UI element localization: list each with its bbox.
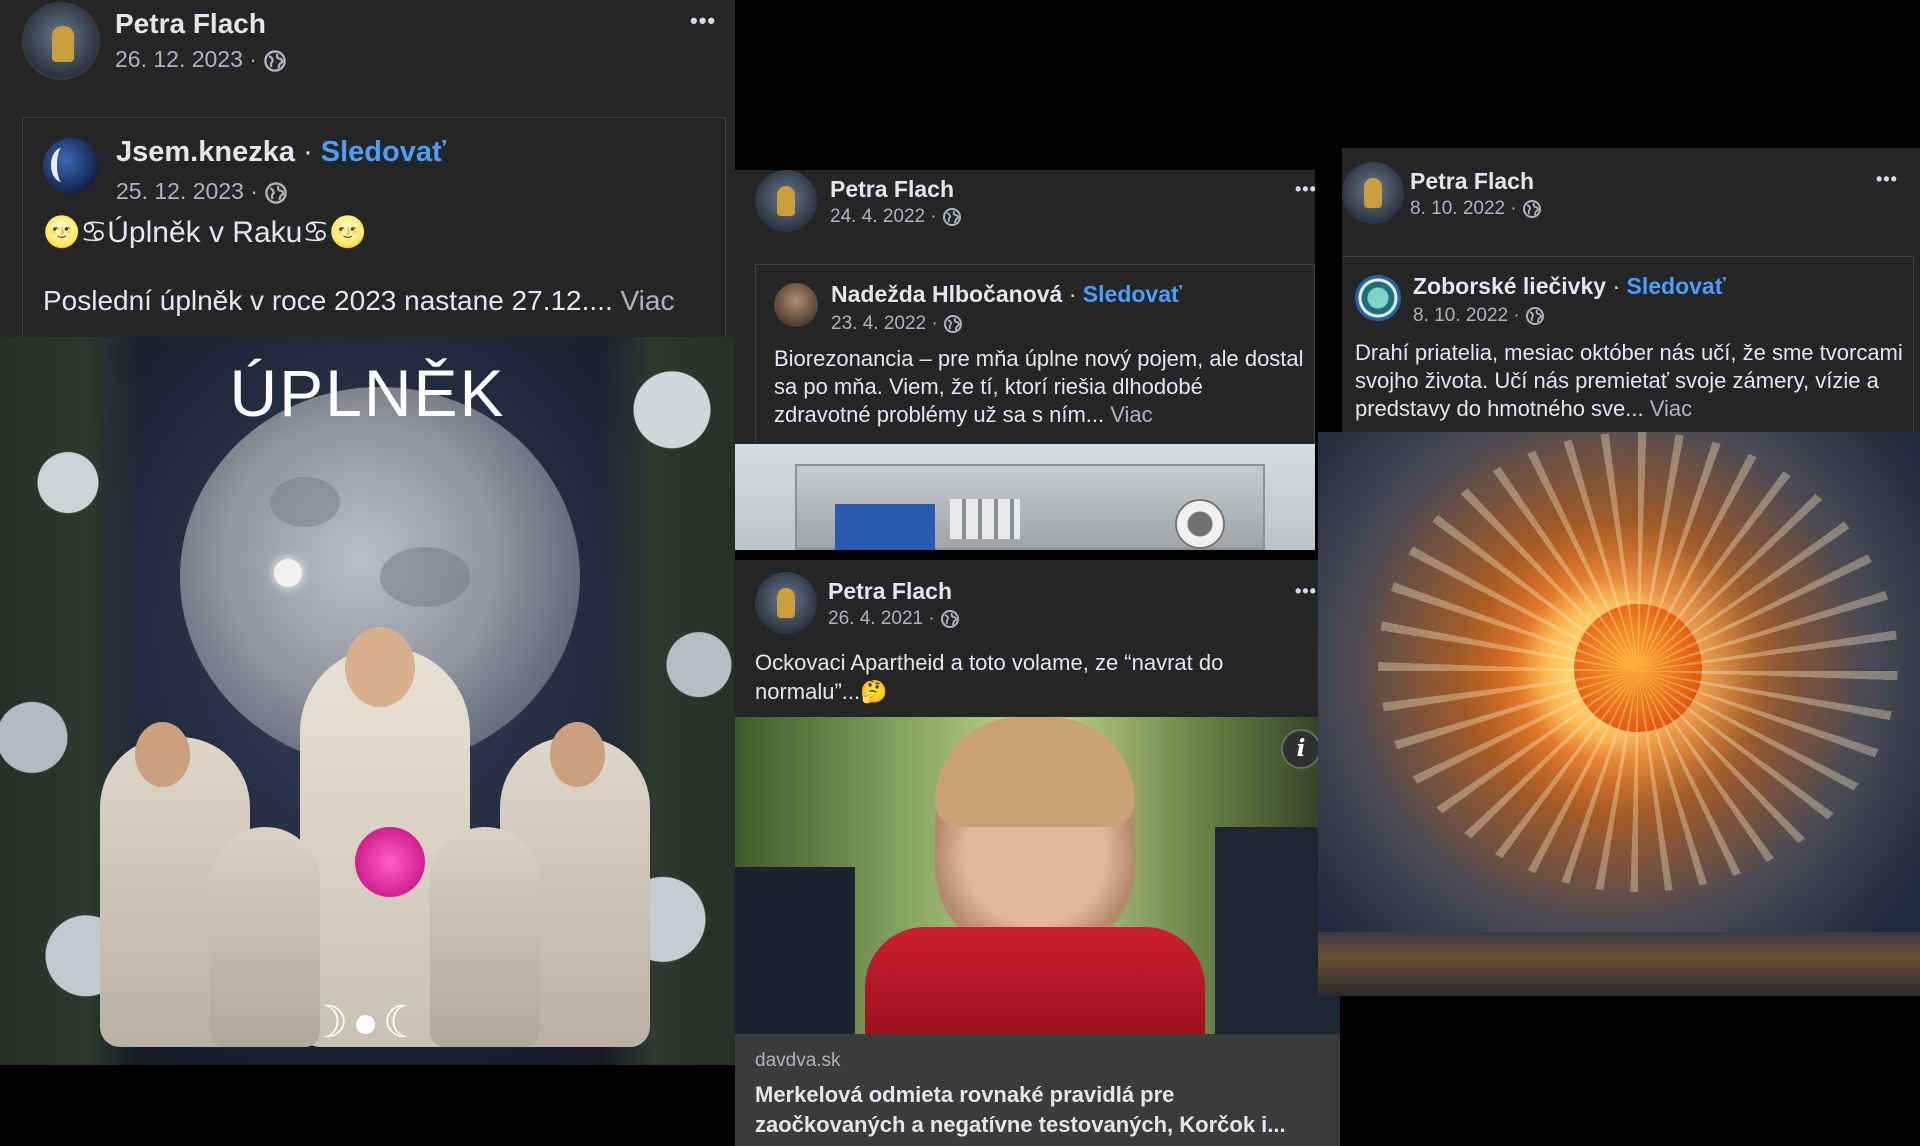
date-text: 24. 4. 2022: [830, 206, 926, 227]
post-card-2: Petra Flach 24. 4. 2022 · ••• Nadežda Hl…: [735, 170, 1315, 550]
shared-post-header: Zoborské liečivky · Sledovať: [1413, 273, 1726, 300]
profile-name[interactable]: Nadežda Hlbočanová: [831, 281, 1062, 307]
author-name[interactable]: Petra Flach: [828, 578, 952, 605]
more-options-icon[interactable]: •••: [1295, 582, 1317, 600]
post-body: Drahí priatelia, mesiac október nás učí,…: [1355, 339, 1905, 423]
date-text: 23. 4. 2022: [831, 313, 927, 334]
post-headline: 🌝♋Úplněk v Raku♋🌝: [43, 215, 367, 250]
shared-post: Jsem.knezka · Sledovať 25. 12. 2023 · 🌝♋…: [22, 117, 726, 337]
dot-separator: ·: [928, 608, 935, 629]
see-more-link[interactable]: Viac: [1650, 396, 1692, 421]
post-card-3: Petra Flach 26. 4. 2021 · ••• Ockovaci A…: [735, 560, 1340, 1146]
dot-separator: ·: [1068, 281, 1077, 307]
see-more-link[interactable]: Viac: [621, 285, 675, 316]
shared-post: Zoborské liečivky · Sledovať 8. 10. 2022…: [1342, 256, 1914, 432]
globe-icon: [1525, 306, 1545, 326]
author-name[interactable]: Petra Flach: [115, 8, 266, 40]
link-title: Merkelová odmieta rovnaké pravidlá pre z…: [755, 1082, 1286, 1137]
avatar[interactable]: [774, 283, 818, 327]
avatar[interactable]: [43, 138, 99, 194]
emoji-right: ♋🌝: [302, 216, 367, 249]
moon-phases-icon: ☽●☾: [308, 998, 427, 1047]
avatar[interactable]: [755, 170, 817, 232]
globe-icon: [943, 314, 963, 334]
dot-separator: ·: [930, 206, 937, 227]
more-options-icon[interactable]: •••: [1876, 170, 1898, 188]
date-text: 8. 10. 2022: [1413, 305, 1509, 326]
post-image-biorezonancia-device[interactable]: [735, 444, 1315, 550]
post-card-1: Petra Flach 26. 12. 2023 · ••• Jsem.knez…: [0, 0, 735, 1065]
globe-icon: [264, 181, 288, 205]
pink-flowers: [355, 827, 425, 897]
sea-horizon: [1318, 932, 1920, 996]
shared-post-date[interactable]: 23. 4. 2022 ·: [831, 313, 963, 335]
author-name[interactable]: Petra Flach: [1410, 168, 1534, 195]
post-date[interactable]: 26. 12. 2023 ·: [115, 46, 287, 73]
post-body: Poslední úplněk v roce 2023 nastane 27.1…: [43, 285, 674, 317]
more-options-icon[interactable]: •••: [1295, 180, 1315, 198]
info-icon[interactable]: i: [1281, 729, 1321, 769]
globe-icon: [940, 609, 960, 629]
dot-separator: ·: [249, 46, 257, 72]
avatar[interactable]: [22, 2, 100, 80]
post-body-text: Ockovaci Apartheid a toto volame, ze “na…: [755, 650, 1224, 704]
dot-separator: ·: [1612, 273, 1621, 299]
post-date[interactable]: 26. 4. 2021 ·: [828, 608, 960, 630]
post-date[interactable]: 8. 10. 2022 ·: [1410, 198, 1542, 220]
follow-button[interactable]: Sledovať: [321, 136, 446, 168]
date-text: 26. 12. 2023: [115, 46, 243, 72]
globe-icon: [1522, 199, 1542, 219]
globe-icon: [263, 49, 287, 73]
date-text: 25. 12. 2023: [116, 178, 244, 204]
avatar[interactable]: [1355, 275, 1401, 321]
post-image-sun[interactable]: [1318, 432, 1920, 996]
post-body: Biorezonancia – pre mňa úplne nový pojem…: [774, 345, 1304, 429]
post-body-text: Poslední úplněk v roce 2023 nastane 27.1…: [43, 285, 613, 316]
follow-button[interactable]: Sledovať: [1627, 273, 1726, 299]
link-preview-footer[interactable]: davdva.sk Merkelová odmieta rovnaké prav…: [735, 1034, 1340, 1146]
page-name[interactable]: Zoborské liečivky: [1413, 273, 1606, 299]
shared-post: Nadežda Hlbočanová · Sledovať 23. 4. 202…: [755, 264, 1315, 444]
post-body: Ockovaci Apartheid a toto volame, ze “na…: [755, 648, 1315, 706]
small-moon: [274, 559, 302, 587]
link-domain: davdva.sk: [755, 1050, 841, 1071]
more-options-icon[interactable]: •••: [690, 10, 716, 32]
post-date[interactable]: 24. 4. 2022 ·: [830, 206, 962, 228]
follow-button[interactable]: Sledovať: [1083, 281, 1182, 307]
shared-post-date[interactable]: 8. 10. 2022 ·: [1413, 305, 1545, 327]
post-body-text: Biorezonancia – pre mňa úplne nový pojem…: [774, 346, 1304, 427]
shared-post-date[interactable]: 25. 12. 2023 ·: [116, 178, 288, 205]
sun-rays: [1378, 432, 1898, 892]
avatar[interactable]: [755, 572, 817, 634]
dot-separator: ·: [303, 136, 313, 168]
dot-separator: ·: [250, 178, 258, 204]
shared-post-header: Nadežda Hlbočanová · Sledovať: [831, 281, 1182, 308]
see-more-link[interactable]: Viac: [1110, 402, 1152, 427]
headline-text: Úplněk v Raku: [107, 216, 303, 249]
globe-icon: [942, 207, 962, 227]
author-name[interactable]: Petra Flach: [830, 176, 954, 203]
women-group: [70, 627, 670, 1047]
avatar[interactable]: [1342, 162, 1404, 224]
emoji-left: 🌝♋: [43, 216, 108, 249]
thinking-emoji: 🤔: [860, 679, 888, 704]
shared-post-header: Jsem.knezka · Sledovať: [116, 136, 446, 169]
date-text: 8. 10. 2022: [1410, 198, 1506, 219]
page-name[interactable]: Jsem.knezka: [116, 136, 295, 168]
link-preview-image[interactable]: i: [735, 717, 1340, 1034]
post-image-full-moon[interactable]: ÚPLNĚK ☽●☾: [0, 337, 735, 1065]
dot-separator: ·: [1510, 198, 1517, 219]
dot-separator: ·: [1513, 305, 1520, 326]
date-text: 26. 4. 2021: [828, 608, 924, 629]
dot-separator: ·: [931, 313, 938, 334]
post-body-text: Drahí priatelia, mesiac október nás učí,…: [1355, 340, 1903, 421]
